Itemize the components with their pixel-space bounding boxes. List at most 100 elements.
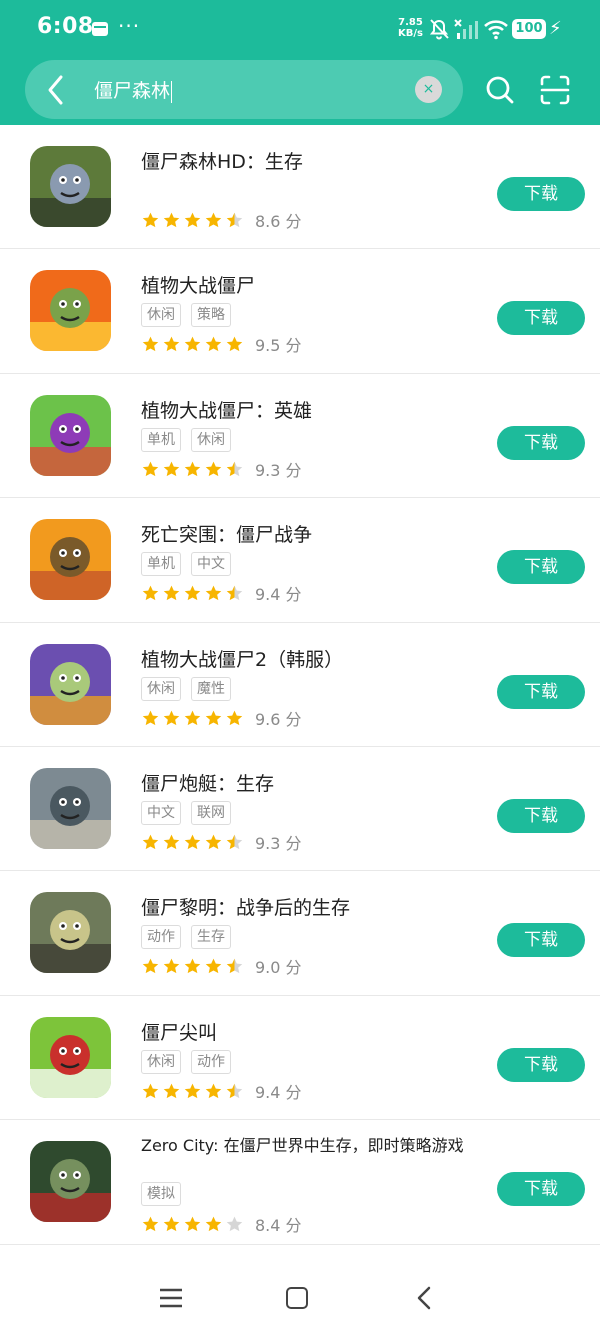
rating-score: 9.4 分 (255, 1082, 302, 1102)
pvz-heroes-icon[interactable] (30, 394, 111, 476)
list-item[interactable]: Zero City: 在僵尸世界中生存，即时策略游戏 模拟 8.4 分 下载 (0, 1120, 600, 1245)
star-icon (184, 212, 201, 228)
app-rating: 9.4 分 (141, 1079, 302, 1102)
download-button[interactable]: 下载 (497, 301, 585, 336)
app-title: 死亡突围：僵尸战争 (141, 524, 313, 547)
nav-back-icon[interactable] (417, 1286, 431, 1310)
app-title: 植物大战僵尸2（韩服） (141, 648, 344, 671)
list-item[interactable]: 植物大战僵尸2（韩服） 休闲 魔性 9.6 分 下载 (0, 623, 600, 747)
star-icon (205, 461, 222, 476)
star-icon (226, 834, 243, 850)
wifi-icon (484, 20, 508, 40)
into-the-dead-war-icon[interactable] (30, 519, 111, 601)
star-icon (163, 1083, 180, 1098)
zombie-dawn-icon[interactable] (30, 892, 111, 974)
star-rating (141, 210, 246, 230)
star-icon (184, 1083, 201, 1098)
star-icon (163, 1216, 180, 1232)
tag-badge: 中文 (191, 552, 231, 577)
star-icon (163, 461, 180, 476)
list-item[interactable]: 死亡突围：僵尸战争 单机 中文 9.4 分 下载 (0, 498, 600, 623)
app-rating: 9.3 分 (141, 457, 302, 480)
list-item[interactable]: 僵尸黎明：战争后的生存 动作 生存 9.0 分 下载 (0, 871, 600, 996)
star-icon (205, 585, 222, 601)
star-rating (141, 1081, 246, 1101)
app-tags: 单机 中文 (141, 552, 241, 577)
rating-score: 8.6 分 (255, 212, 302, 231)
home-icon[interactable] (286, 1287, 308, 1309)
tag-badge: 策略 (191, 303, 231, 328)
tag-badge: 休闲 (191, 427, 231, 452)
list-item[interactable]: 僵尸尖叫 休闲 动作 9.4 分 下载 (0, 996, 600, 1121)
star-icon (142, 336, 159, 352)
tag-badge: 魔性 (191, 676, 231, 701)
pvz2-korea-icon[interactable] (30, 643, 111, 725)
zombie-forest-hd-icon[interactable] (30, 146, 111, 227)
rating-score: 9.6 分 (255, 709, 302, 729)
search-input[interactable]: 僵尸森林 (94, 76, 173, 103)
star-icon (184, 585, 201, 601)
tag-badge: 单机 (141, 427, 181, 452)
app-rating: 9.5 分 (141, 332, 302, 355)
rating-score: 9.5 分 (255, 336, 302, 356)
download-button[interactable]: 下载 (497, 1047, 585, 1082)
star-icon (205, 958, 222, 974)
star-icon (163, 585, 180, 601)
rating-score: 9.3 分 (255, 460, 302, 480)
app-rating: 8.6 分 (141, 208, 302, 231)
tag-badge: 动作 (191, 1049, 231, 1074)
list-item[interactable]: 植物大战僵尸：英雄 单机 休闲 9.3 分 下载 (0, 374, 600, 499)
list-item[interactable]: 僵尸炮艇：生存 中文 联网 9.3 分 下载 (0, 747, 600, 872)
download-button[interactable]: 下载 (497, 550, 585, 585)
star-icon (142, 585, 159, 601)
star-icon (142, 710, 159, 725)
list-item[interactable]: 僵尸森林HD：生存 8.6 分 下载 (0, 125, 600, 250)
star-icon (205, 1083, 222, 1098)
star-icon (226, 212, 243, 228)
star-icon (205, 834, 222, 850)
tag-badge: 模拟 (141, 1182, 181, 1207)
star-icon (184, 834, 201, 850)
zombie-scream-icon[interactable] (30, 1016, 111, 1098)
download-button[interactable]: 下载 (497, 1172, 585, 1207)
star-icon (142, 834, 159, 850)
battery-indicator: 100 (512, 19, 546, 39)
app-rating: 9.0 分 (141, 954, 302, 977)
network-speed-unit: KB/s (398, 28, 423, 39)
rating-score: 9.0 分 (255, 958, 302, 978)
plants-vs-zombies-icon[interactable] (30, 270, 111, 352)
star-icon (184, 461, 201, 476)
download-button[interactable]: 下载 (497, 674, 585, 709)
clear-search-button[interactable]: × (415, 76, 442, 103)
download-button[interactable]: 下载 (497, 177, 585, 211)
tag-badge: 联网 (191, 800, 231, 825)
search-results-list: 僵尸森林HD：生存 8.6 分下载 植物大战僵尸 休闲 策略 9.5 分下载 植物大战僵尸：… (0, 125, 600, 1245)
search-bar (25, 60, 463, 119)
status-time: 6:08 (37, 14, 94, 39)
search-icon[interactable] (485, 74, 515, 106)
rating-score: 9.3 分 (255, 833, 302, 853)
list-item[interactable]: 植物大战僵尸 休闲 策略 9.5 分 下载 (0, 249, 600, 374)
star-icon (184, 1216, 201, 1232)
download-button[interactable]: 下载 (497, 425, 585, 460)
star-icon (226, 336, 243, 352)
back-arrow-icon[interactable] (44, 73, 68, 107)
star-rating (141, 334, 246, 354)
zero-city-icon[interactable] (30, 1141, 111, 1223)
tag-badge: 动作 (141, 925, 181, 950)
star-rating (141, 708, 246, 728)
rating-score: 9.4 分 (255, 585, 302, 605)
star-icon (205, 710, 222, 725)
download-button[interactable]: 下载 (497, 923, 585, 958)
zombie-gunship-icon[interactable] (30, 767, 111, 849)
recent-apps-icon[interactable] (160, 1288, 182, 1308)
star-icon (205, 1216, 222, 1232)
star-icon (226, 1083, 243, 1098)
app-tags: 休闲 策略 (141, 303, 241, 328)
more-notifications-icon: ··· (118, 14, 141, 38)
scan-icon[interactable] (539, 74, 571, 106)
download-button[interactable]: 下载 (497, 798, 585, 833)
mute-bell-icon (429, 19, 449, 40)
star-icon (226, 461, 243, 476)
app-tags: 休闲 魔性 (141, 676, 241, 701)
